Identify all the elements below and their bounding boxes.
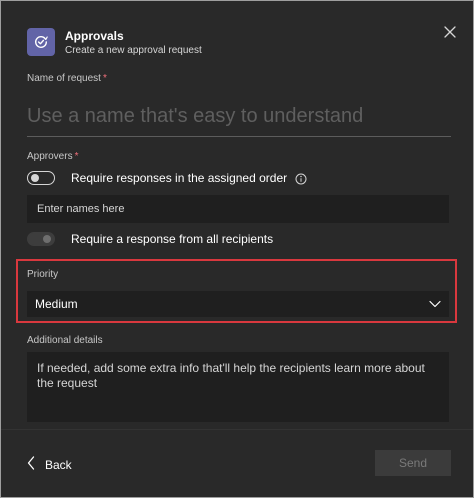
back-button[interactable]: Back	[27, 455, 72, 475]
required-marker: *	[102, 73, 107, 84]
priority-selected-value: Medium	[35, 297, 78, 311]
dialog-title: Approvals	[65, 29, 124, 43]
approvers-label: Approvers *	[27, 151, 79, 162]
assigned-order-label: Require responses in the assigned order	[71, 171, 288, 185]
close-icon[interactable]	[443, 25, 459, 41]
dialog-subtitle: Create a new approval request	[65, 45, 202, 56]
back-label: Back	[45, 458, 72, 472]
all-recipients-toggle[interactable]	[27, 232, 55, 246]
name-of-request-label: Name of request *	[27, 73, 107, 84]
approver-names-input[interactable]	[27, 195, 449, 223]
send-button[interactable]: Send	[375, 450, 451, 476]
all-recipients-row: Require a response from all recipients	[27, 229, 273, 249]
approvals-dialog: Approvals Create a new approval request …	[0, 0, 474, 498]
approvals-check-icon	[27, 28, 55, 56]
assigned-order-toggle[interactable]	[27, 171, 55, 185]
priority-label: Priority	[27, 269, 59, 280]
additional-details-label: Additional details	[27, 335, 103, 346]
additional-details-textarea[interactable]	[27, 352, 449, 422]
chevron-down-icon	[429, 295, 441, 313]
assigned-order-row: Require responses in the assigned order	[27, 168, 307, 188]
request-name-input[interactable]	[27, 96, 451, 137]
all-recipients-label: Require a response from all recipients	[71, 232, 274, 246]
priority-dropdown[interactable]: Medium	[27, 291, 449, 317]
required-marker: *	[74, 151, 79, 162]
dialog-header: Approvals Create a new approval request	[27, 25, 457, 61]
toggle-knob	[43, 235, 51, 243]
chevron-left-icon	[27, 455, 35, 475]
footer-divider	[1, 429, 473, 430]
toggle-knob	[31, 174, 39, 182]
info-icon[interactable]	[295, 172, 307, 185]
